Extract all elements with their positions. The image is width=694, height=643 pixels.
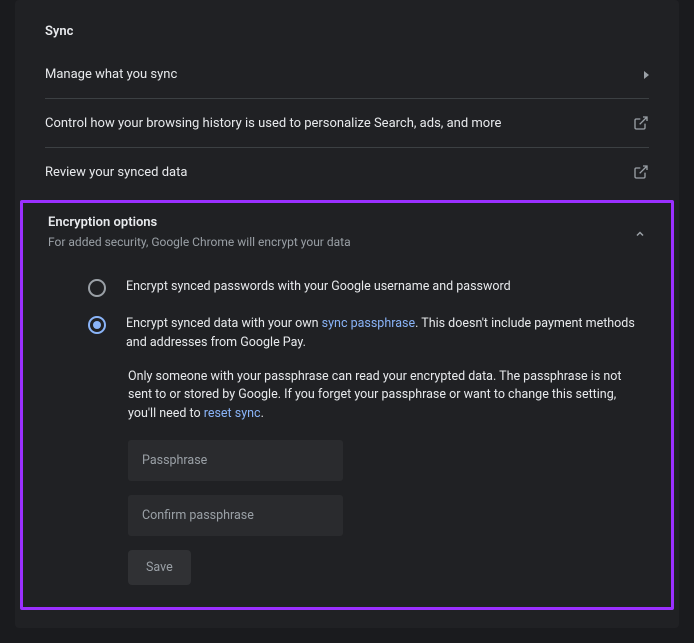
review-synced-label: Review your synced data (45, 165, 187, 180)
radio-passphrase-label: Encrypt synced data with your own sync p… (126, 315, 636, 353)
history-personalize-label: Control how your browsing history is use… (45, 116, 501, 131)
radio-google-account[interactable]: Encrypt synced passwords with your Googl… (88, 269, 636, 306)
radio-icon[interactable] (88, 279, 106, 297)
manage-sync-label: Manage what you sync (45, 67, 177, 82)
passphrase-note: Only someone with your passphrase can re… (128, 368, 636, 424)
sync-passphrase-link[interactable]: sync passphrase (322, 316, 415, 331)
reset-sync-link[interactable]: reset sync (204, 406, 261, 421)
chevron-right-icon (644, 71, 649, 79)
encryption-options-section: Encryption options For added security, G… (20, 200, 674, 610)
radio-passphrase[interactable]: Encrypt synced data with your own sync p… (88, 306, 636, 362)
radio-icon-selected[interactable] (88, 316, 106, 334)
manage-sync-row[interactable]: Manage what you sync (15, 51, 679, 98)
save-button[interactable]: Save (128, 550, 191, 585)
radio-google-account-label: Encrypt synced passwords with your Googl… (126, 278, 511, 297)
external-link-icon (633, 115, 649, 131)
external-link-icon (633, 164, 649, 180)
encryption-header[interactable]: Encryption options For added security, G… (48, 215, 646, 261)
sync-settings-panel: Sync Manage what you sync Control how yo… (15, 0, 679, 628)
review-synced-row[interactable]: Review your synced data (15, 148, 679, 196)
passphrase-form: Save (128, 440, 646, 585)
confirm-passphrase-input[interactable] (128, 495, 343, 536)
encryption-radio-group: Encrypt synced passwords with your Googl… (48, 261, 646, 362)
sync-heading: Sync (15, 10, 679, 51)
history-personalize-row[interactable]: Control how your browsing history is use… (15, 99, 679, 147)
passphrase-input[interactable] (128, 440, 343, 481)
encryption-subtitle: For added security, Google Chrome will e… (48, 235, 351, 249)
encryption-title: Encryption options (48, 215, 351, 230)
chevron-up-icon (634, 225, 646, 244)
